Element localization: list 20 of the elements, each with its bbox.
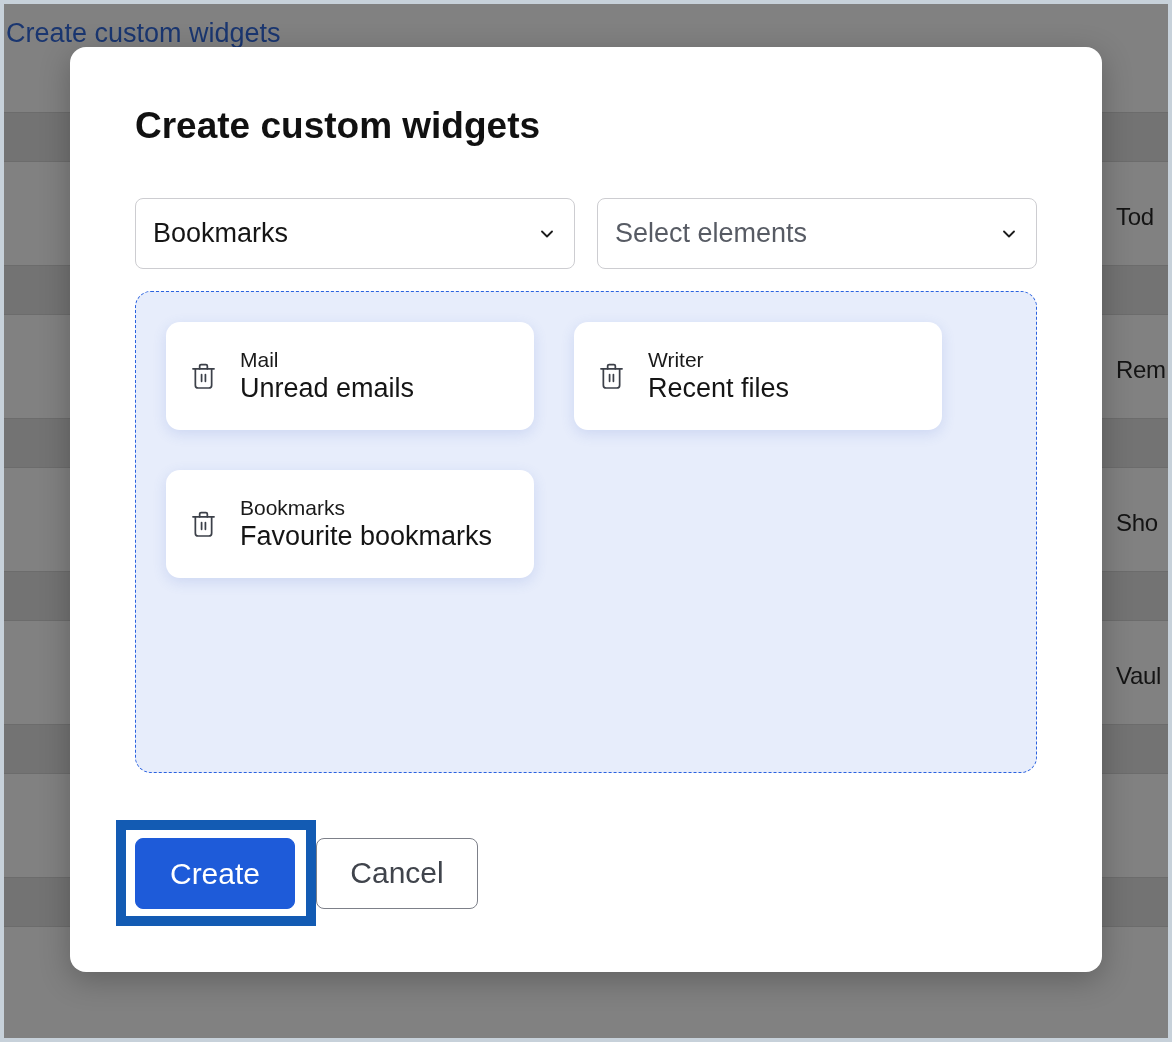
chevron-down-icon [1003, 229, 1015, 238]
create-button[interactable]: Create [135, 838, 295, 909]
widget-app-label: Writer [648, 347, 705, 372]
widget-name: Unread emails [240, 371, 415, 405]
dropdown[interactable]: Select elements [597, 198, 1037, 269]
chevron-down-icon [541, 229, 553, 238]
trash-icon[interactable] [600, 362, 623, 390]
row-label: Rem [1116, 355, 1166, 384]
widget-app-label: Mail [240, 347, 280, 372]
cancel-button[interactable]: Cancel [316, 837, 478, 909]
widget-name: Recent files [648, 371, 790, 405]
widget-app-label: Bookmarks [240, 495, 347, 520]
widget-name: Favourite bookmarks [240, 519, 493, 553]
dropdown[interactable]: Bookmarks [135, 198, 575, 269]
row-label: Sho [1116, 508, 1158, 537]
row-label: Vaul [1116, 661, 1162, 690]
trash-icon[interactable] [192, 510, 215, 538]
trash-icon[interactable] [192, 362, 215, 390]
dialog-title: Create custom widgets [135, 104, 542, 148]
row-label: Tod [1116, 202, 1154, 231]
